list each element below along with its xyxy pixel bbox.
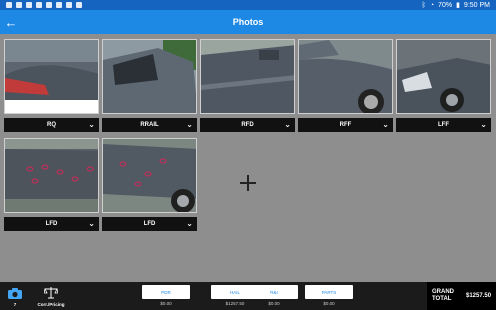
camera-icon [8,288,22,299]
photo-label: LFD [143,221,156,227]
photo-tile[interactable]: RFD ⌄ [200,39,295,133]
photo-caption[interactable]: LFD ⌄ [102,217,197,231]
notification-icon [26,2,32,8]
photo-label: RRAIL [140,122,159,128]
notification-icons [6,2,82,8]
notification-icon [56,2,62,8]
battery-icon: ▮ [456,2,460,9]
pricing-label: Corr./Pricing [37,302,65,307]
bluetooth-icon: ᛒ [421,1,426,9]
parts-amount[interactable]: PARTS $0.00 [305,285,353,309]
app-bar: ← Photos [0,10,496,34]
photo-label: LFD [45,221,58,227]
photo-thumbnail[interactable] [102,39,197,114]
r-and-i-amount[interactable]: R&I $0.00 [250,285,298,309]
photo-tile[interactable]: LFD ⌄ [102,138,197,232]
photo-thumbnail[interactable] [298,39,393,114]
grand-total: GRAND TOTAL $1257.50 [427,282,496,310]
photo-tile[interactable]: LFD ⌄ [4,138,99,232]
photo-label: RFD [241,122,254,128]
chevron-down-icon[interactable]: ⌄ [88,120,95,130]
notification-icon [46,2,52,8]
photo-caption[interactable]: RRAIL ⌄ [102,118,197,132]
bottom-bar: 7 Corr./Pricing PDR $0.00 HAIL $1257.50 … [0,282,496,310]
photo-tile[interactable]: RQ ⌄ [4,39,99,133]
parts-button[interactable]: PARTS [305,285,353,299]
amount-buttons-right: R&I $0.00 PARTS $0.00 [138,285,426,309]
chevron-down-icon[interactable]: ⌄ [88,219,95,229]
wifi-icon: ◔ [429,1,435,9]
photo-caption[interactable]: LFF ⌄ [396,118,491,132]
photo-label: RFF [339,122,352,128]
chevron-down-icon[interactable]: ⌄ [186,120,193,130]
photo-thumbnail[interactable] [4,138,99,213]
photo-thumbnail[interactable] [102,138,197,213]
photo-caption[interactable]: RFF ⌄ [298,118,393,132]
notification-icon [76,2,82,8]
photo-thumbnail[interactable] [200,39,295,114]
scale-icon [44,287,58,299]
notification-icon [16,2,22,8]
chevron-down-icon[interactable]: ⌄ [382,120,389,130]
photo-thumbnail[interactable] [4,39,99,114]
clock: 9:50 PM [463,1,490,9]
photo-tile[interactable]: RFF ⌄ [298,39,393,133]
parts-value: $0.00 [323,301,335,306]
grand-total-label: GRAND TOTAL [432,289,454,302]
photo-label: RQ [47,122,56,128]
camera-button[interactable]: 7 [0,282,30,310]
grand-total-value: $1257.50 [466,293,492,299]
plus-icon[interactable] [240,175,256,191]
chevron-down-icon[interactable]: ⌄ [186,219,193,229]
photo-tile[interactable]: RRAIL ⌄ [102,39,197,133]
photo-count: 7 [13,302,17,307]
chevron-down-icon[interactable]: ⌄ [480,120,487,130]
photo-label: LFF [438,122,449,128]
r-and-i-value: $0.00 [268,301,280,306]
status-bar: ᛒ ◔ 70% ▮ 9:50 PM [0,0,496,10]
photo-thumbnail[interactable] [396,39,491,114]
notification-icon [66,2,72,8]
photo-tile[interactable]: LFF ⌄ [396,39,491,133]
page-title: Photos [232,17,264,27]
notification-icon [6,2,12,8]
battery-percent: 70% [438,1,453,9]
pricing-button[interactable]: Corr./Pricing [36,282,66,310]
r-and-i-button[interactable]: R&I [250,285,298,299]
photo-caption[interactable]: RFD ⌄ [200,118,295,132]
notification-icon [36,2,42,8]
photo-caption[interactable]: LFD ⌄ [4,217,99,231]
photo-caption[interactable]: RQ ⌄ [4,118,99,132]
chevron-down-icon[interactable]: ⌄ [284,120,291,130]
